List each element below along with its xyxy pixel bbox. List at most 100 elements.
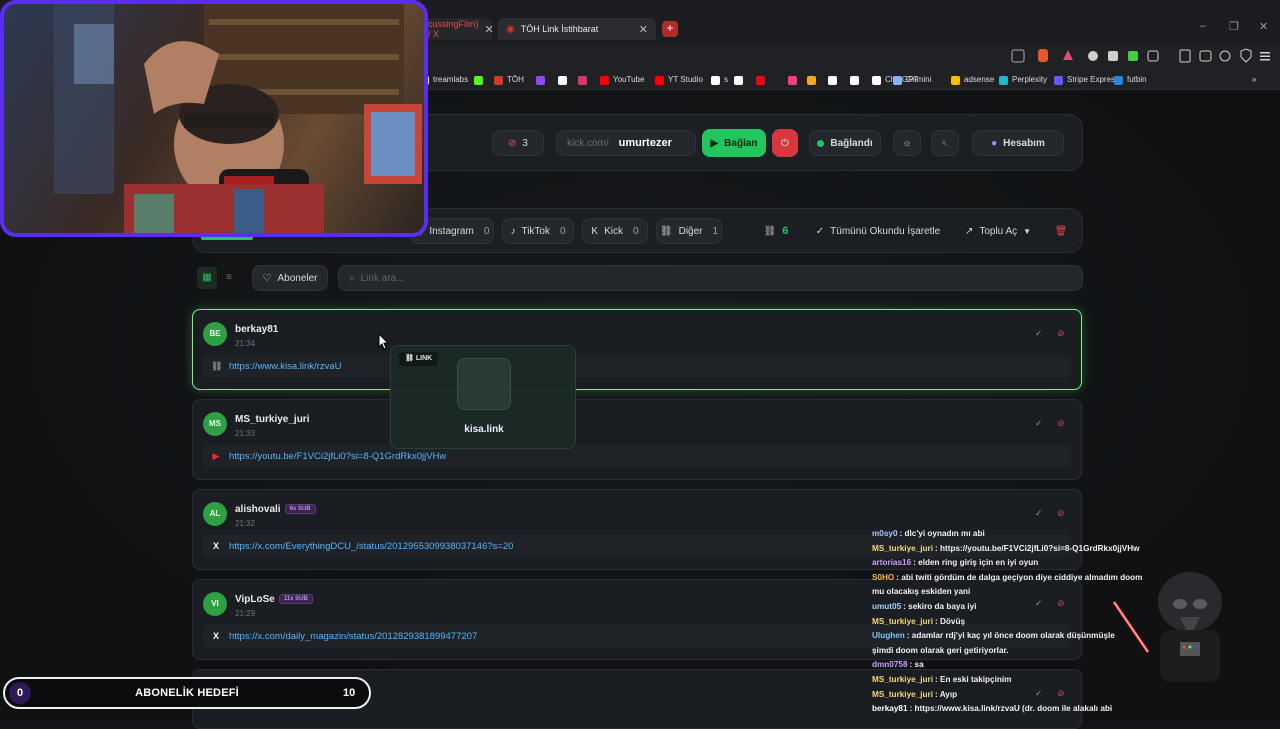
avatar: MS	[203, 412, 227, 436]
close-tab-icon[interactable]: ✕	[639, 23, 648, 36]
bookmark-item[interactable]: YouTube	[600, 73, 644, 87]
chat-message: artorias16: elden ring giriş için en iyi…	[872, 556, 1162, 571]
mark-all-read-button[interactable]: ✓ Tümünü Okundu İşaretle	[808, 218, 948, 244]
bookmark-favicon-icon	[494, 75, 503, 85]
share-icon	[1011, 49, 1025, 63]
bookmark-favicon-icon	[1114, 75, 1123, 85]
mark-read-button[interactable]: ✓	[1035, 328, 1043, 339]
bookmark-label: futbin	[1127, 75, 1147, 84]
subscribers-filter-button[interactable]: ♡ Aboneler	[252, 265, 328, 291]
bookmark-item[interactable]: Gemini	[893, 73, 931, 87]
link-card[interactable]: BE berkay81 21:34 ✓ ⊘ ⛓ https://www.kisa.link/…	[192, 309, 1082, 390]
close-window-icon[interactable]: ✕	[1259, 20, 1268, 33]
link-url[interactable]: https://x.com/EverythingDCU_/status/2012…	[229, 541, 513, 552]
bookmark-item[interactable]: YT Studio	[655, 73, 703, 87]
link-row[interactable]: ▶ https://youtu.be/F1VCi2jfLi0?si=8-Q1Grd…	[203, 444, 1071, 468]
bookmark-item[interactable]	[734, 73, 747, 87]
bookmark-item[interactable]	[828, 73, 841, 87]
bookmark-item[interactable]: s	[711, 73, 728, 87]
chat-message: m0sy0: dlc'yi oynadın mı abi	[872, 527, 1162, 542]
minimize-icon[interactable]: –	[1200, 20, 1206, 32]
bookmark-item[interactable]: Stripe Express	[1054, 73, 1119, 87]
chat-text: mu olacakış eskiden yani	[872, 587, 971, 597]
chat-text: şimdi doom olarak geri getiriyorlar.	[872, 645, 1009, 655]
account-button[interactable]: ● Hesabım	[972, 130, 1064, 156]
link-row[interactable]: ⛓ https://www.kisa.link/rzvaU	[203, 354, 1071, 378]
chat-text: Dövüş	[940, 616, 966, 626]
chat-message: berkay81: https://www.kisa.link/rzvaU (d…	[872, 702, 1162, 717]
grid-view-button[interactable]: ▦	[197, 267, 217, 289]
platform-count: 0	[483, 225, 490, 237]
tab-label: TÖH Link İstihbarat	[520, 24, 599, 34]
list-view-button[interactable]: ≡	[220, 267, 238, 289]
bookmarks-overflow-icon[interactable]: »	[1252, 73, 1256, 87]
tab-toh-link[interactable]: ◉ TÖH Link İstihbarat ✕	[498, 18, 656, 40]
link-url[interactable]: https://youtu.be/F1VCi2jfLi0?si=8-Q1GrdR…	[229, 451, 446, 462]
bookmark-item[interactable]: Perplexity	[999, 73, 1047, 87]
delete-all-button[interactable]: 🗑︎	[1050, 218, 1072, 244]
brave-icon	[1038, 49, 1048, 62]
filter-kick[interactable]: K Kick 0	[582, 218, 648, 244]
bookmark-favicon-icon	[828, 75, 837, 85]
bookmark-item[interactable]	[536, 73, 549, 87]
tab-x-post[interactable]: cussingFilm) / X ✕	[420, 18, 494, 40]
bookmark-favicon-icon	[711, 75, 720, 85]
mark-read-button[interactable]: ✓	[1035, 508, 1043, 519]
link-icon: ⛓	[763, 225, 777, 237]
block-button[interactable]: ⊘	[1057, 508, 1065, 519]
chat-text: https://www.kisa.link/rzvaU (dr. doom il…	[914, 704, 1113, 714]
bookmark-item[interactable]: adsense	[951, 73, 994, 87]
bookmark-item[interactable]: TÖH	[494, 73, 524, 87]
ext-icon	[1147, 50, 1159, 62]
bookmark-favicon-icon	[536, 75, 545, 85]
bookmark-item[interactable]	[578, 73, 591, 87]
link-url[interactable]: https://www.kisa.link/rzvaU	[229, 361, 341, 372]
power-button[interactable]: ⏻	[772, 129, 798, 157]
mark-read-button[interactable]: ✓	[1035, 418, 1043, 429]
bookmark-item[interactable]	[474, 73, 487, 87]
user-icon: ●	[991, 137, 998, 149]
sidebar-icon	[1179, 49, 1191, 63]
link-card[interactable]: MS MS_turkiye_juri 21:33 ✓ ⊘ ▶ https://youtu.b…	[192, 399, 1082, 480]
bookmark-item[interactable]	[756, 73, 769, 87]
mark-all-read-label: Tümünü Okundu İşaretle	[830, 225, 941, 237]
block-button[interactable]: ⊘	[1057, 328, 1065, 339]
platform-label: Diğer	[678, 225, 703, 237]
mute-button[interactable]: 🔇︎	[931, 130, 959, 156]
chat-username: m0sy0	[872, 529, 898, 538]
ban-icon: ⊘	[1057, 508, 1065, 518]
bookmark-item[interactable]	[788, 73, 801, 87]
bookmark-label: YT Studio	[668, 75, 703, 84]
wallet-icon	[1199, 50, 1212, 62]
bookmark-item[interactable]	[807, 73, 820, 87]
toh-logo-icon: ◉	[506, 23, 515, 35]
connect-button[interactable]: ▶ Bağlan	[702, 129, 766, 157]
filter-tiktok[interactable]: ♪ TikTok 0	[502, 218, 574, 244]
search-input[interactable]: ⌕ Link ara...	[338, 265, 1083, 291]
new-tab-button[interactable]: +	[662, 21, 678, 37]
mouse-cursor-icon	[378, 333, 390, 350]
bookmark-item[interactable]	[850, 73, 863, 87]
link-url[interactable]: https://x.com/daily_magazin/status/20128…	[229, 631, 477, 642]
channel-input[interactable]: kick.com/ umurtezer	[556, 130, 696, 156]
maximize-icon[interactable]: ❐	[1229, 20, 1239, 33]
sub-badge: 11x SUB	[278, 594, 313, 605]
bookmark-item[interactable]: futbin	[1114, 73, 1147, 87]
bookmark-item[interactable]	[558, 73, 571, 87]
chat-username: MS_turkiye_juri	[872, 689, 933, 699]
theme-toggle-button[interactable]: ☼	[893, 130, 921, 156]
channel-prefix: kick.com/	[567, 137, 609, 149]
leo-icon	[1219, 50, 1231, 62]
filter-dier[interactable]: ⛓ Diğer 1	[656, 218, 722, 244]
bulk-open-button[interactable]: ↗ Toplu Aç ▼	[956, 218, 1040, 244]
bookmark-favicon-icon	[578, 75, 587, 85]
platform-icon: K	[591, 225, 599, 237]
bookmark-label: Perplexity	[1012, 75, 1048, 84]
ext-icon	[1128, 51, 1138, 61]
close-tab-icon[interactable]: ✕	[485, 23, 494, 36]
avatar: VI	[203, 592, 227, 616]
alert-counter[interactable]: ⊘ 3	[492, 130, 544, 156]
block-button[interactable]: ⊘	[1057, 418, 1065, 429]
chat-text: Ayıp	[939, 689, 958, 699]
sub-badge: 6x SUB	[284, 504, 316, 515]
